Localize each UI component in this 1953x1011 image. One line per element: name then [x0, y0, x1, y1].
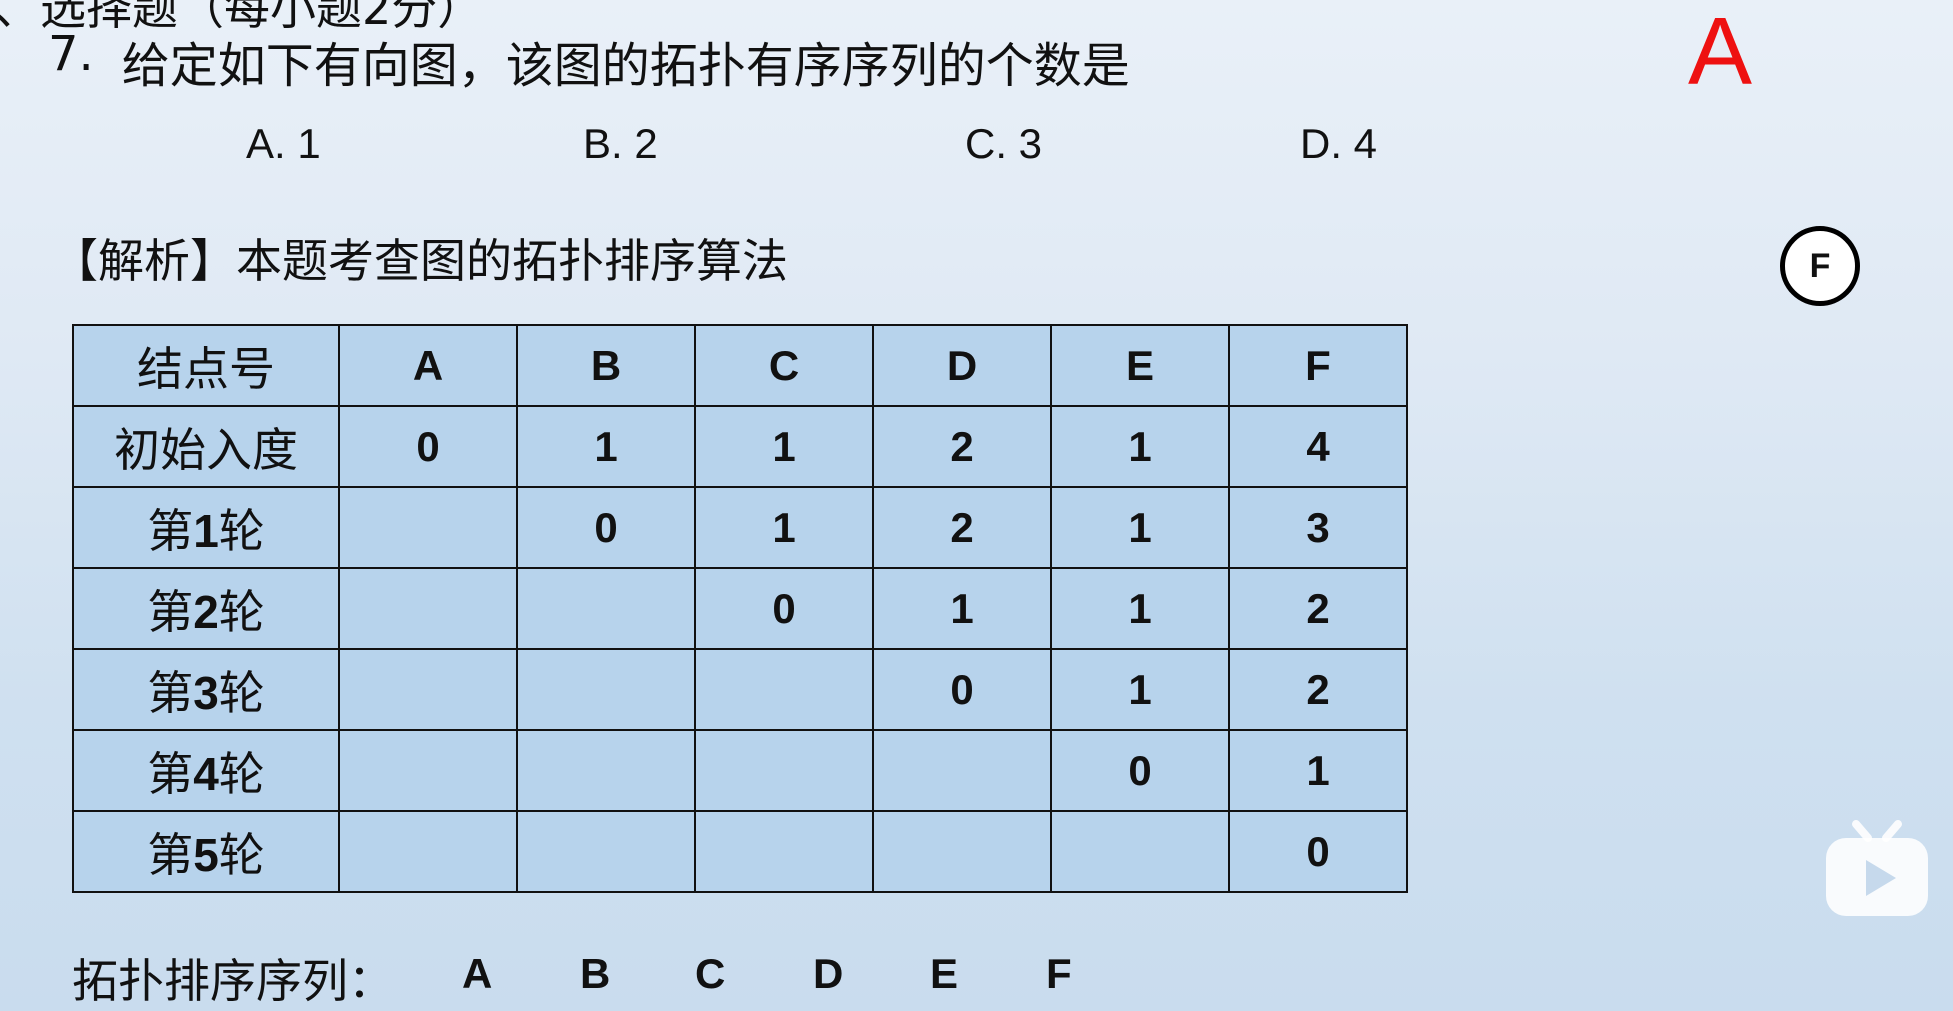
sequence-item: B	[580, 950, 611, 997]
sequence-item: D	[813, 950, 844, 997]
table-cell	[338, 486, 518, 569]
table-cell	[338, 729, 518, 812]
row-label-post: 轮	[218, 584, 265, 639]
option-d: D. 4	[1300, 120, 1378, 167]
sequence-item: F	[1046, 950, 1072, 997]
row-label-num: 3	[193, 666, 219, 719]
table-cell: 2	[872, 405, 1052, 488]
table-cell: 0	[872, 648, 1052, 731]
table-cell: 4	[1228, 405, 1408, 488]
bilibili-tv-icon[interactable]	[1822, 816, 1932, 920]
table-cell: 3	[1228, 486, 1408, 569]
table-cell	[338, 810, 518, 893]
table-cell: 1	[1228, 729, 1408, 812]
table-row: 初始入度 0 1 1 2 1 4	[72, 405, 1408, 488]
table-cell	[694, 729, 874, 812]
table-cell: 0	[1050, 729, 1230, 812]
table-cell: 1	[1050, 567, 1230, 650]
header-cell: F	[1228, 324, 1408, 407]
sequence-item: E	[930, 950, 959, 997]
table-row: 第5轮 0	[72, 810, 1408, 893]
table-cell	[694, 810, 874, 893]
header-cell: C	[694, 324, 874, 407]
row-label-num: 2	[193, 585, 219, 638]
row-label-post: 轮	[218, 827, 265, 882]
question-number: 7.	[48, 26, 94, 82]
table-cell	[516, 810, 696, 893]
sequence-item: A	[462, 950, 493, 997]
table-cell	[338, 567, 518, 650]
question-text: 给定如下有向图，该图的拓扑有序序列的个数是	[121, 38, 1130, 94]
question-line: 7. 给定如下有向图，该图的拓扑有序序列的个数是	[48, 26, 1130, 96]
table-row: 第2轮 0 1 1 2	[72, 567, 1408, 650]
table-cell	[516, 729, 696, 812]
table-cell	[516, 648, 696, 731]
row-label: 第4轮	[72, 729, 340, 812]
table-cell	[694, 648, 874, 731]
table-row: 第3轮 0 1 2	[72, 648, 1408, 731]
table-cell: 1	[1050, 648, 1230, 731]
header-cell: B	[516, 324, 696, 407]
row-label-post: 轮	[218, 665, 265, 720]
sequence-item: C	[695, 950, 726, 997]
header-cell: D	[872, 324, 1052, 407]
row-label-num: 1	[193, 504, 219, 557]
row-label-pre: 第	[147, 584, 194, 639]
table-cell	[338, 648, 518, 731]
table-cell: 1	[694, 405, 874, 488]
table-cell: 1	[516, 405, 696, 488]
row-label-pre: 第	[147, 665, 194, 720]
table-cell	[516, 567, 696, 650]
option-c: C. 3	[965, 120, 1043, 167]
table-cell	[872, 810, 1052, 893]
table-row: 第1轮 0 1 2 1 3	[72, 486, 1408, 569]
table-header-row: 结点号 A B C D E F	[72, 324, 1408, 407]
row-label-post: 轮	[218, 503, 265, 558]
row-label-num: 5	[193, 828, 219, 881]
table-cell: 2	[1228, 567, 1408, 650]
row-label-pre: 第	[147, 746, 194, 801]
table-cell: 0	[1228, 810, 1408, 893]
row-label-num: 4	[193, 747, 219, 800]
table-cell	[872, 729, 1052, 812]
table-cell: 2	[872, 486, 1052, 569]
option-b: B. 2	[583, 120, 658, 167]
header-cell: 结点号	[72, 324, 340, 407]
table-cell: 0	[694, 567, 874, 650]
table-cell: 0	[338, 405, 518, 488]
table-cell: 1	[694, 486, 874, 569]
table-cell: 1	[1050, 486, 1230, 569]
table-cell: 2	[1228, 648, 1408, 731]
row-label: 第2轮	[72, 567, 340, 650]
table-cell: 1	[872, 567, 1052, 650]
row-label-pre: 第	[147, 503, 194, 558]
row-label-post: 轮	[218, 746, 265, 801]
indegree-table: 结点号 A B C D E F 初始入度 0 1 1 2 1 4 第1轮 0 1…	[72, 324, 1408, 893]
table-row: 第4轮 0 1	[72, 729, 1408, 812]
graph-node-f: F	[1780, 226, 1860, 306]
analysis-text: 【解析】本题考查图的拓扑排序算法	[52, 234, 788, 288]
row-label-pre: 初始入度	[114, 422, 298, 477]
row-label: 第5轮	[72, 810, 340, 893]
header-cell: E	[1050, 324, 1230, 407]
table-cell	[1050, 810, 1230, 893]
sequence-label: 拓扑排序序列：	[72, 954, 394, 1008]
header-cell: A	[338, 324, 518, 407]
table-cell: 0	[516, 486, 696, 569]
table-cell: 1	[1050, 405, 1230, 488]
row-label: 初始入度	[72, 405, 340, 488]
answer-mark: A	[1688, 0, 1753, 105]
option-a: A. 1	[246, 120, 321, 167]
row-label: 第3轮	[72, 648, 340, 731]
row-label: 第1轮	[72, 486, 340, 569]
row-label-pre: 第	[147, 827, 194, 882]
